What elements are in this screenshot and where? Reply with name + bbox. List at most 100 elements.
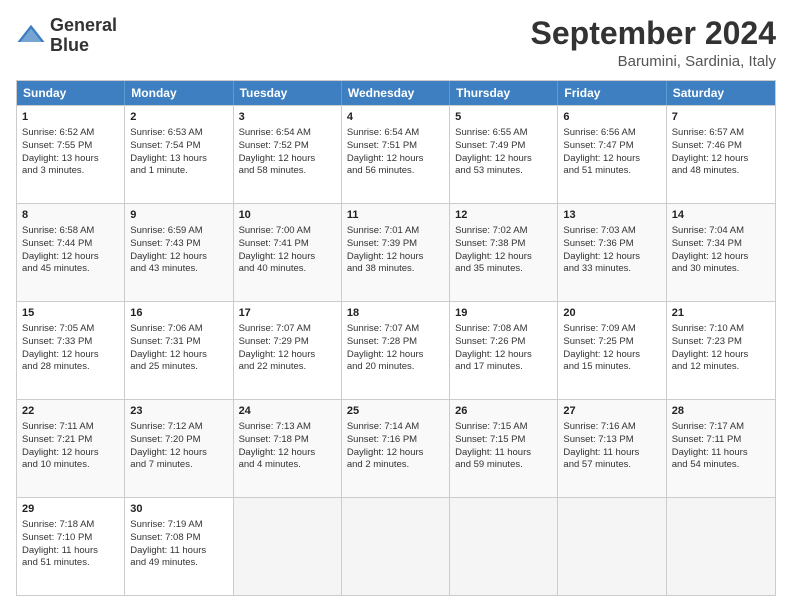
day-info-line: Sunset: 7:44 PM bbox=[22, 238, 119, 251]
day-number: 8 bbox=[22, 208, 119, 223]
cal-cell: 16Sunrise: 7:06 AMSunset: 7:31 PMDayligh… bbox=[125, 302, 233, 399]
day-info-line: Sunset: 7:38 PM bbox=[455, 238, 552, 251]
day-info-line: and 59 minutes. bbox=[455, 459, 552, 472]
day-info-line: Daylight: 12 hours bbox=[672, 251, 770, 264]
day-info-line: Daylight: 12 hours bbox=[455, 153, 552, 166]
day-info-line: Daylight: 13 hours bbox=[22, 153, 119, 166]
day-info-line: Sunset: 7:15 PM bbox=[455, 434, 552, 447]
day-info-line: and 43 minutes. bbox=[130, 263, 227, 276]
day-info-line: Daylight: 12 hours bbox=[22, 349, 119, 362]
week-row-3: 15Sunrise: 7:05 AMSunset: 7:33 PMDayligh… bbox=[17, 301, 775, 399]
day-info-line: Daylight: 12 hours bbox=[130, 349, 227, 362]
day-info-line: Sunset: 7:43 PM bbox=[130, 238, 227, 251]
logo-line2: Blue bbox=[50, 36, 117, 56]
day-info-line: Sunset: 7:51 PM bbox=[347, 140, 444, 153]
day-number: 26 bbox=[455, 404, 552, 419]
cal-cell: 1Sunrise: 6:52 AMSunset: 7:55 PMDaylight… bbox=[17, 106, 125, 203]
day-number: 24 bbox=[239, 404, 336, 419]
day-info-line: Sunrise: 6:57 AM bbox=[672, 127, 770, 140]
cal-cell: 29Sunrise: 7:18 AMSunset: 7:10 PMDayligh… bbox=[17, 498, 125, 595]
day-info-line: and 4 minutes. bbox=[239, 459, 336, 472]
day-number: 5 bbox=[455, 110, 552, 125]
day-number: 22 bbox=[22, 404, 119, 419]
day-info-line: Daylight: 13 hours bbox=[130, 153, 227, 166]
day-info-line: Daylight: 12 hours bbox=[347, 349, 444, 362]
location: Barumini, Sardinia, Italy bbox=[531, 53, 776, 70]
day-info-line: and 54 minutes. bbox=[672, 459, 770, 472]
cal-cell: 5Sunrise: 6:55 AMSunset: 7:49 PMDaylight… bbox=[450, 106, 558, 203]
day-info-line: Sunrise: 7:07 AM bbox=[239, 323, 336, 336]
day-info-line: Sunset: 7:11 PM bbox=[672, 434, 770, 447]
day-info-line: and 57 minutes. bbox=[563, 459, 660, 472]
day-info-line: Daylight: 11 hours bbox=[672, 447, 770, 460]
cal-cell: 10Sunrise: 7:00 AMSunset: 7:41 PMDayligh… bbox=[234, 204, 342, 301]
day-info-line: Daylight: 12 hours bbox=[239, 251, 336, 264]
title-block: September 2024 Barumini, Sardinia, Italy bbox=[531, 16, 776, 70]
cal-cell: 20Sunrise: 7:09 AMSunset: 7:25 PMDayligh… bbox=[558, 302, 666, 399]
cal-cell: 6Sunrise: 6:56 AMSunset: 7:47 PMDaylight… bbox=[558, 106, 666, 203]
day-number: 11 bbox=[347, 208, 444, 223]
day-info-line: Sunset: 7:18 PM bbox=[239, 434, 336, 447]
day-info-line: Sunset: 7:29 PM bbox=[239, 336, 336, 349]
day-info-line: and 58 minutes. bbox=[239, 165, 336, 178]
page: General Blue September 2024 Barumini, Sa… bbox=[0, 0, 792, 612]
cal-cell: 3Sunrise: 6:54 AMSunset: 7:52 PMDaylight… bbox=[234, 106, 342, 203]
day-number: 18 bbox=[347, 306, 444, 321]
cal-cell: 11Sunrise: 7:01 AMSunset: 7:39 PMDayligh… bbox=[342, 204, 450, 301]
header-tuesday: Tuesday bbox=[234, 81, 342, 105]
cal-cell: 22Sunrise: 7:11 AMSunset: 7:21 PMDayligh… bbox=[17, 400, 125, 497]
day-number: 9 bbox=[130, 208, 227, 223]
calendar-body: 1Sunrise: 6:52 AMSunset: 7:55 PMDaylight… bbox=[17, 105, 775, 595]
cal-cell: 17Sunrise: 7:07 AMSunset: 7:29 PMDayligh… bbox=[234, 302, 342, 399]
day-info-line: Sunset: 7:55 PM bbox=[22, 140, 119, 153]
day-info-line: Sunrise: 7:16 AM bbox=[563, 421, 660, 434]
day-info-line: and 25 minutes. bbox=[130, 361, 227, 374]
week-row-1: 1Sunrise: 6:52 AMSunset: 7:55 PMDaylight… bbox=[17, 105, 775, 203]
day-info-line: Sunset: 7:33 PM bbox=[22, 336, 119, 349]
day-number: 3 bbox=[239, 110, 336, 125]
cal-cell: 28Sunrise: 7:17 AMSunset: 7:11 PMDayligh… bbox=[667, 400, 775, 497]
cal-cell: 13Sunrise: 7:03 AMSunset: 7:36 PMDayligh… bbox=[558, 204, 666, 301]
header: General Blue September 2024 Barumini, Sa… bbox=[16, 16, 776, 70]
logo-text: General Blue bbox=[50, 16, 117, 56]
day-info-line: Sunrise: 6:55 AM bbox=[455, 127, 552, 140]
day-info-line: and 15 minutes. bbox=[563, 361, 660, 374]
day-info-line: Sunrise: 7:12 AM bbox=[130, 421, 227, 434]
day-number: 17 bbox=[239, 306, 336, 321]
day-info-line: Sunset: 7:16 PM bbox=[347, 434, 444, 447]
header-wednesday: Wednesday bbox=[342, 81, 450, 105]
cal-cell: 21Sunrise: 7:10 AMSunset: 7:23 PMDayligh… bbox=[667, 302, 775, 399]
day-number: 27 bbox=[563, 404, 660, 419]
day-number: 1 bbox=[22, 110, 119, 125]
day-number: 14 bbox=[672, 208, 770, 223]
day-info-line: and 33 minutes. bbox=[563, 263, 660, 276]
cal-cell: 15Sunrise: 7:05 AMSunset: 7:33 PMDayligh… bbox=[17, 302, 125, 399]
day-number: 15 bbox=[22, 306, 119, 321]
day-info-line: Sunset: 7:39 PM bbox=[347, 238, 444, 251]
day-info-line: Daylight: 12 hours bbox=[563, 251, 660, 264]
day-info-line: and 48 minutes. bbox=[672, 165, 770, 178]
day-number: 4 bbox=[347, 110, 444, 125]
day-info-line: Sunrise: 7:17 AM bbox=[672, 421, 770, 434]
day-info-line: Daylight: 11 hours bbox=[563, 447, 660, 460]
header-friday: Friday bbox=[558, 81, 666, 105]
day-info-line: Daylight: 12 hours bbox=[347, 251, 444, 264]
day-info-line: Sunset: 7:25 PM bbox=[563, 336, 660, 349]
day-info-line: Daylight: 12 hours bbox=[347, 447, 444, 460]
day-number: 20 bbox=[563, 306, 660, 321]
day-info-line: Daylight: 12 hours bbox=[563, 153, 660, 166]
day-info-line: Daylight: 12 hours bbox=[22, 447, 119, 460]
day-info-line: Daylight: 12 hours bbox=[130, 447, 227, 460]
day-info-line: and 40 minutes. bbox=[239, 263, 336, 276]
day-info-line: Sunset: 7:36 PM bbox=[563, 238, 660, 251]
day-info-line: and 45 minutes. bbox=[22, 263, 119, 276]
day-info-line: Sunrise: 7:13 AM bbox=[239, 421, 336, 434]
day-number: 7 bbox=[672, 110, 770, 125]
day-info-line: Sunrise: 7:10 AM bbox=[672, 323, 770, 336]
day-number: 21 bbox=[672, 306, 770, 321]
day-info-line: and 35 minutes. bbox=[455, 263, 552, 276]
day-number: 19 bbox=[455, 306, 552, 321]
cal-cell: 30Sunrise: 7:19 AMSunset: 7:08 PMDayligh… bbox=[125, 498, 233, 595]
cal-cell: 7Sunrise: 6:57 AMSunset: 7:46 PMDaylight… bbox=[667, 106, 775, 203]
day-info-line: Sunrise: 7:06 AM bbox=[130, 323, 227, 336]
